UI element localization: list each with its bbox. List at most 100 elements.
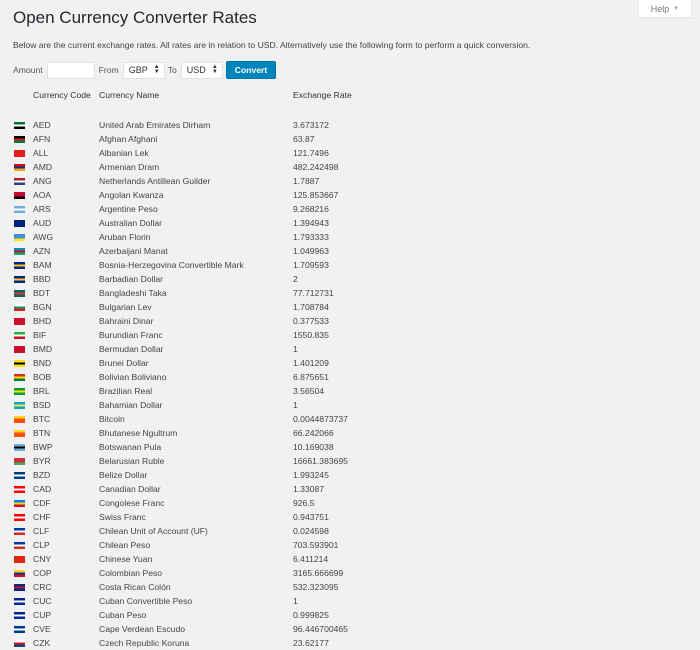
from-currency-select[interactable]: GBP ▲ ▼ xyxy=(122,61,165,79)
exchange-rate: 2 xyxy=(293,274,298,284)
table-row: ALL Albanian Lek 121.7496 xyxy=(13,146,403,160)
table-row: BMD Bermudan Dollar 1 xyxy=(13,342,403,356)
flag-bob-icon xyxy=(14,374,25,382)
currency-name: Colombian Peso xyxy=(99,568,163,578)
exchange-rate: 125.853667 xyxy=(293,190,339,200)
table-row: CHF Swiss Franc 0.943751 xyxy=(13,510,403,524)
flag-cell xyxy=(13,468,33,482)
help-tab-button[interactable]: Help ▼ xyxy=(639,0,691,17)
currency-name: Australian Dollar xyxy=(99,218,163,228)
currency-code: BYR xyxy=(33,456,51,466)
flag-btc-icon xyxy=(14,416,25,424)
currency-code: BTC xyxy=(33,414,51,424)
flag-cell xyxy=(13,398,33,412)
exchange-rate: 0.377533 xyxy=(293,316,329,326)
exchange-rate: 1 xyxy=(293,344,298,354)
currency-code: BZD xyxy=(33,470,51,480)
currency-code: AZN xyxy=(33,246,51,256)
table-row: BYR Belarusian Ruble 16661.383695 xyxy=(13,454,403,468)
flag-aed-icon xyxy=(14,122,25,130)
flag-afn-icon xyxy=(14,136,25,144)
table-row: AOA Angolan Kwanza 125.853667 xyxy=(13,188,403,202)
flag-cell xyxy=(13,496,33,510)
flag-awg-icon xyxy=(14,234,25,242)
currency-name: Barbadian Dollar xyxy=(99,274,164,284)
table-row: AUD Australian Dollar 1.394943 xyxy=(13,216,403,230)
flag-bdt-icon xyxy=(14,290,25,298)
currency-name: Armenian Dram xyxy=(99,162,160,172)
exchange-rate: 1.993245 xyxy=(293,470,329,480)
help-label: Help xyxy=(650,3,670,14)
flag-cell xyxy=(13,412,33,426)
flag-bif-icon xyxy=(14,332,25,340)
currency-code: BDT xyxy=(33,288,51,298)
flag-cell xyxy=(13,216,33,230)
flag-cve-icon xyxy=(14,626,25,634)
currency-code: CLF xyxy=(33,526,50,536)
exchange-rate: 532.323095 xyxy=(293,582,339,592)
currency-code: BMD xyxy=(33,344,53,354)
currency-name: Aruban Florin xyxy=(99,232,151,242)
currency-name: Bahamian Dollar xyxy=(99,400,163,410)
flag-cuc-icon xyxy=(14,598,25,606)
flag-amd-icon xyxy=(14,164,25,172)
conversion-form: Amount From GBP ▲ ▼ To USD ▲ ▼ Convert xyxy=(13,61,277,79)
currency-name: Czech Republic Koruna xyxy=(99,638,190,648)
currency-code: BOB xyxy=(33,372,52,382)
currency-code: BND xyxy=(33,358,52,368)
flag-cny-icon xyxy=(14,556,25,564)
exchange-rate: 3165.666699 xyxy=(293,568,344,578)
table-row: BND Brunei Dollar 1.401209 xyxy=(13,356,403,370)
table-row: CRC Costa Rican Colón 532.323095 xyxy=(13,580,403,594)
caret-down-icon: ▼ xyxy=(673,5,680,12)
table-header-row: Currency Code Currency Name Exchange Rat… xyxy=(13,90,403,104)
currency-code: BHD xyxy=(33,316,52,326)
currency-code: BWP xyxy=(33,442,53,452)
table-row: BWP Botswanan Pula 10.169038 xyxy=(13,440,403,454)
currency-name: Burundian Franc xyxy=(99,330,163,340)
exchange-rate: 1.33087 xyxy=(293,484,325,494)
exchange-rate: 3.56504 xyxy=(293,386,325,396)
convert-button[interactable]: Convert xyxy=(225,61,277,79)
currency-code: BRL xyxy=(33,386,50,396)
flag-bam-icon xyxy=(14,262,25,270)
table-row: CAD Canadian Dollar 1.33087 xyxy=(13,482,403,496)
currency-code: CZK xyxy=(33,638,51,648)
flag-bhd-icon xyxy=(14,318,25,326)
flag-cell xyxy=(13,174,33,188)
exchange-rate: 9.268216 xyxy=(293,204,329,214)
table-row: BGN Bulgarian Lev 1.708784 xyxy=(13,300,403,314)
table-row: BRL Brazilian Real 3.56504 xyxy=(13,384,403,398)
currency-name: Cuban Peso xyxy=(99,610,147,620)
currency-code: CUP xyxy=(33,610,52,620)
table-row: ARS Argentine Peso 9.268216 xyxy=(13,202,403,216)
exchange-rate: 1.709593 xyxy=(293,260,329,270)
to-label: To xyxy=(167,65,177,75)
exchange-rate: 77.712731 xyxy=(293,288,334,298)
table-row: CUP Cuban Peso 0.999825 xyxy=(13,608,403,622)
table-row: AED United Arab Emirates Dirham 3.673172 xyxy=(13,118,403,132)
currency-name: Bangladeshi Taka xyxy=(99,288,167,298)
table-row: BSD Bahamian Dollar 1 xyxy=(13,398,403,412)
flag-cell xyxy=(13,328,33,342)
flag-bmd-icon xyxy=(14,346,25,354)
currency-code: BBD xyxy=(33,274,51,284)
exchange-rate: 1.394943 xyxy=(293,218,329,228)
flag-bzd-icon xyxy=(14,472,25,480)
currency-code: AMD xyxy=(33,162,53,172)
currency-code: CVE xyxy=(33,624,51,634)
currency-code: BIF xyxy=(33,330,47,340)
select-arrows-icon: ▲ ▼ xyxy=(211,64,218,75)
flag-cell xyxy=(13,356,33,370)
table-row: BIF Burundian Franc 1550.835 xyxy=(13,328,403,342)
flag-cell xyxy=(13,258,33,272)
flag-cell xyxy=(13,272,33,286)
flag-cell xyxy=(13,580,33,594)
flag-czk-icon xyxy=(14,640,25,648)
amount-input[interactable] xyxy=(46,61,95,79)
to-currency-select[interactable]: USD ▲ ▼ xyxy=(180,61,223,79)
currency-code: ARS xyxy=(33,204,51,214)
amount-label: Amount xyxy=(13,65,43,75)
currency-code: ALL xyxy=(33,148,49,158)
flag-cell xyxy=(13,426,33,440)
